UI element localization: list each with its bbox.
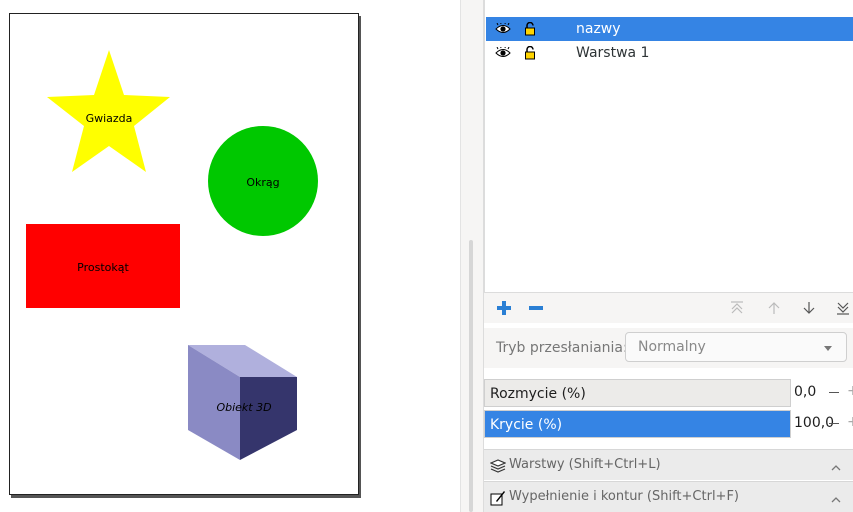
raise-icon[interactable] [765,299,783,317]
chevron-up-icon[interactable] [831,492,841,507]
eye-icon[interactable] [494,23,512,35]
drawing[interactable]: Gwiazda Okrąg Prostokąt Obiekt 3D [10,14,358,494]
layers-icon [489,458,507,474]
blur-decrease-button[interactable] [829,392,839,393]
box3d-right-face [240,377,297,460]
layer-name: Warstwa 1 [576,45,650,61]
blur-row: Rozmycie (%) 0,0 + [484,378,853,408]
blur-increase-button[interactable]: + [847,383,853,399]
lower-to-bottom-icon[interactable] [834,299,852,317]
opacity-row: Krycie (%) 100,0 + [484,409,853,439]
blend-mode-row: Tryb przesłaniania: Normalny [484,328,853,368]
unlocked-icon[interactable] [521,46,539,60]
eye-icon[interactable] [494,47,512,59]
layer-row-nazwy[interactable]: nazwy [486,17,853,41]
remove-layer-icon[interactable] [527,299,545,317]
blend-mode-select[interactable]: Normalny [625,332,847,362]
rectangle-label: Prostokąt [77,261,129,274]
dock-scrollbar[interactable] [460,0,484,512]
scrollbar-thumb[interactable] [469,240,473,512]
layers-dialog-header[interactable]: Warstwy (Shift+Ctrl+L) [484,449,853,480]
circle-label: Okrąg [246,176,279,189]
fill-stroke-dialog-title: Wypełnienie i kontur (Shift+Ctrl+F) [509,489,739,504]
layers-list[interactable]: nazwy Warstwa 1 [484,0,853,293]
lower-icon[interactable] [800,299,818,317]
blend-mode-value: Normalny [638,339,706,355]
layer-toolbar [484,293,853,323]
opacity-label: Krycie (%) [490,417,563,433]
layers-dialog-title: Warstwy (Shift+Ctrl+L) [509,457,661,472]
layer-row-warstwa-1[interactable]: Warstwa 1 [486,41,853,65]
opacity-increase-button[interactable]: + [847,414,853,430]
fill-stroke-dialog-header[interactable]: Wypełnienie i kontur (Shift+Ctrl+F) [484,481,853,512]
unlocked-icon[interactable] [521,22,539,36]
add-layer-icon[interactable] [495,299,513,317]
blur-slider[interactable]: Rozmycie (%) [484,379,791,407]
star-shape[interactable] [47,50,170,172]
blur-label: Rozmycie (%) [490,386,586,402]
layer-name: nazwy [576,21,621,37]
blur-value[interactable]: 0,0 [794,384,816,400]
canvas-page[interactable]: Gwiazda Okrąg Prostokąt Obiekt 3D [9,13,359,495]
chevron-down-icon [824,346,832,351]
opacity-slider[interactable]: Krycie (%) [484,410,791,438]
chevron-up-icon[interactable] [831,460,841,475]
blend-mode-label: Tryb przesłaniania: [496,340,628,356]
star-label: Gwiazda [86,112,133,125]
opacity-decrease-button[interactable] [829,423,839,424]
box3d-label: Obiekt 3D [216,401,271,414]
raise-to-top-icon[interactable] [728,299,746,317]
fill-stroke-icon [490,490,506,506]
